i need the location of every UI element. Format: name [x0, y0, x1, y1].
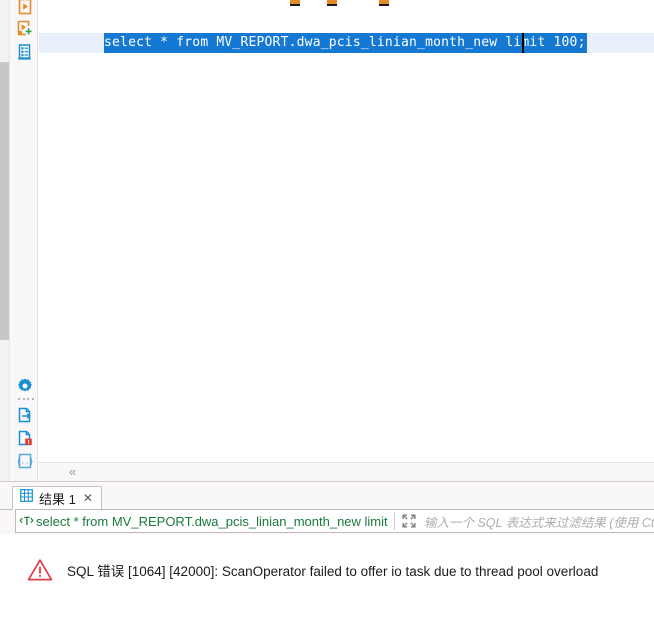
editor-footer-bar: «: [39, 462, 654, 481]
tab-label: 结果 1: [39, 491, 76, 507]
export-data-icon[interactable]: [14, 404, 35, 425]
result-filter-bar[interactable]: select * from MV_REPORT.dwa_pcis_linian_…: [15, 509, 654, 533]
execution-plan-icon[interactable]: [14, 41, 35, 62]
active-query-text[interactable]: select * from MV_REPORT.dwa_pcis_linian_…: [36, 514, 391, 529]
gear-icon[interactable]: [14, 375, 35, 396]
toolbar-icons-cutoff: [39, 0, 654, 7]
svg-text:{..}: {..}: [16, 458, 33, 466]
sql-editor[interactable]: select * from MV_REPORT.dwa_pcis_linian_…: [39, 0, 654, 462]
results-tabstrip: 结果 1 ✕: [0, 486, 654, 510]
execute-new-tab-icon[interactable]: [14, 18, 35, 39]
tab-result-1[interactable]: 结果 1 ✕: [12, 486, 102, 510]
script-error-icon[interactable]: [14, 427, 35, 448]
navigator-scrollbar-thumb[interactable]: [0, 62, 9, 340]
text-filter-icon: [16, 514, 36, 528]
drag-handle-dots-icon[interactable]: [18, 396, 34, 402]
error-message-row: SQL 错误 [1064] [42000]: ScanOperator fail…: [0, 548, 654, 592]
sql-client-window: {..} select * from MV_REPORT.dwa_pcis_li…: [0, 0, 654, 619]
warning-triangle-icon: [27, 558, 53, 582]
navigator-scrollbar-track[interactable]: [0, 0, 9, 481]
grid-icon: [20, 489, 33, 507]
editor-toolbar-rail: {..}: [9, 0, 38, 481]
error-message-text: SQL 错误 [1064] [42000]: ScanOperator fail…: [67, 564, 599, 579]
close-icon[interactable]: ✕: [83, 492, 93, 504]
filter-expression-input[interactable]: 输入一个 SQL 表达式来过滤结果 (使用 Ctrl+: [424, 512, 654, 531]
expand-icon[interactable]: [400, 512, 418, 530]
sql-log-icon[interactable]: {..}: [14, 450, 35, 471]
sql-statement-text[interactable]: select * from MV_REPORT.dwa_pcis_linian_…: [104, 33, 587, 53]
filter-divider: [394, 512, 395, 530]
execute-script-icon[interactable]: [14, 0, 35, 17]
text-caret: [522, 33, 524, 53]
collapse-panel-chevron-icon[interactable]: «: [69, 465, 76, 479]
